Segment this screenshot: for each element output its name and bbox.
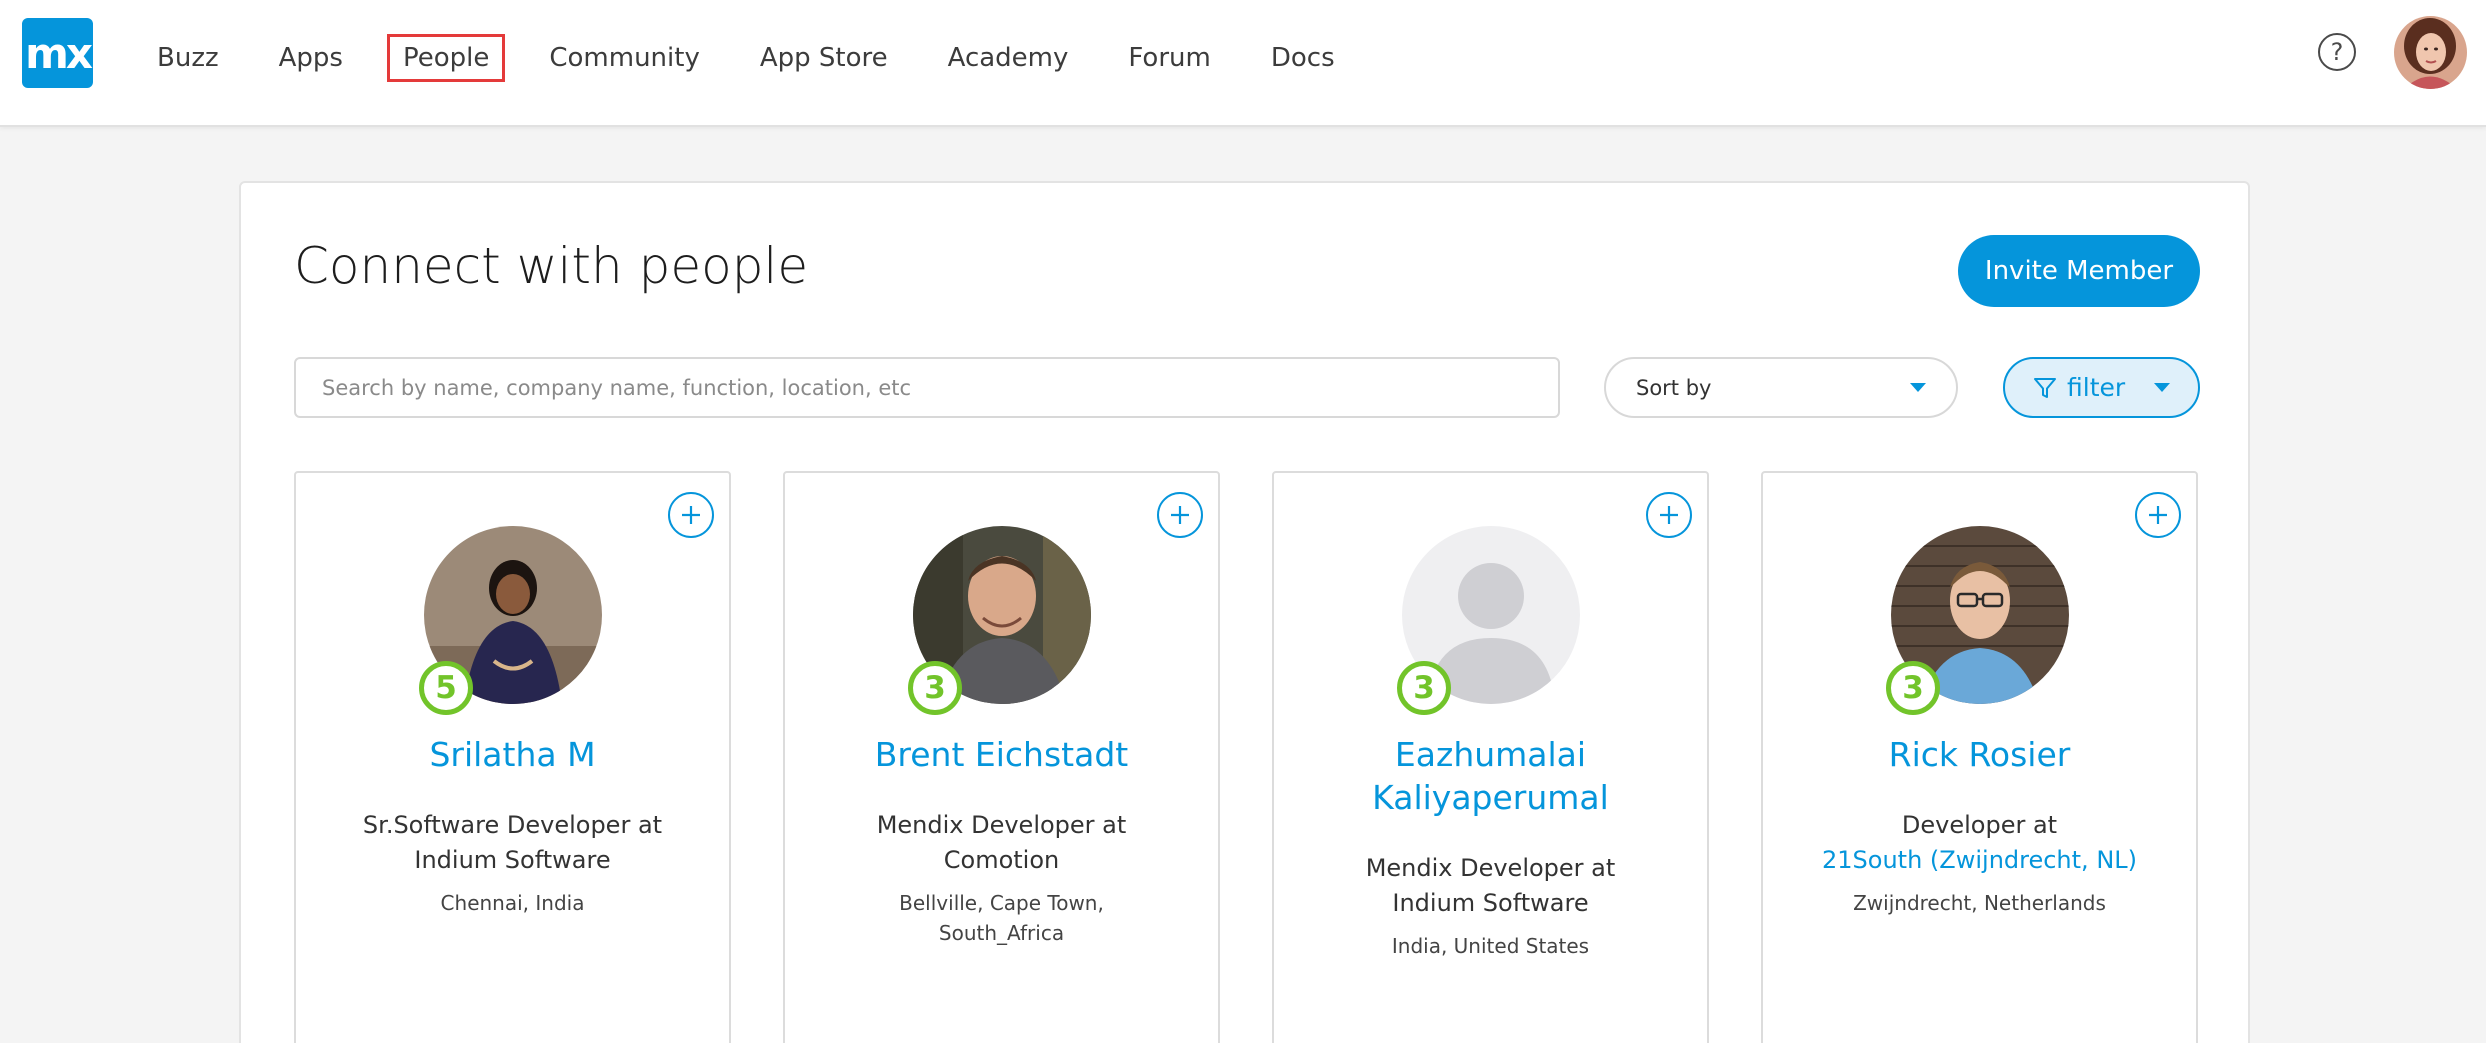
person-role: Developer at 21South (Zwijndrecht, NL) [1773,808,2186,878]
role-title: Mendix Developer at [1365,854,1616,882]
level-badge: 3 [908,661,962,715]
people-panel: Connect with people Invite Member Sort b… [239,181,2250,1043]
person-role: Mendix Developer at Comotion [795,808,1208,878]
role-title: Sr.Software Developer at [362,811,663,839]
plus-icon [1171,506,1189,524]
main-nav: Buzz Apps People Community App Store Aca… [144,30,1382,86]
person-location: Chennai, India [306,888,719,918]
person-avatar-wrap: 3 [1397,526,1580,715]
plus-icon [1660,506,1678,524]
location-line: South_Africa [938,921,1065,945]
top-navigation-bar: mx Buzz Apps People Community App Store … [0,0,2486,127]
nav-people[interactable]: People [386,34,506,82]
caret-down-icon [2154,383,2170,392]
nav-academy[interactable]: Academy [935,37,1082,79]
filter-button[interactable]: filter [2003,357,2200,418]
level-badge: 3 [1886,661,1940,715]
nav-apps[interactable]: Apps [266,37,356,79]
person-card: 3 Brent Eichstadt Mendix Developer at Co… [783,471,1220,1043]
company-name: Indium Software [414,846,611,874]
connect-add-button[interactable] [2135,492,2181,538]
person-name[interactable]: Rick Rosier [1773,733,2186,776]
search-box[interactable] [294,357,1560,418]
level-badge: 5 [419,661,473,715]
person-location: India, United States [1284,931,1697,961]
person-avatar-wrap: 3 [1886,526,2069,715]
nav-buzz[interactable]: Buzz [144,37,232,79]
nav-forum[interactable]: Forum [1115,37,1223,79]
location-line: Bellville, Cape Town, [899,891,1104,915]
role-title: Mendix Developer at [876,811,1127,839]
location-line: India, United States [1391,934,1590,958]
nav-docs[interactable]: Docs [1258,37,1348,79]
nav-community[interactable]: Community [536,37,712,79]
person-name[interactable]: Eazhumalai Kaliyaperumal [1354,733,1627,819]
caret-down-icon [1910,383,1926,392]
sort-dropdown[interactable]: Sort by [1604,357,1958,418]
person-location: Bellville, Cape Town, South_Africa [795,888,1208,948]
level-badge: 3 [1397,661,1451,715]
company-link[interactable]: 21South (Zwijndrecht, NL) [1773,843,2186,878]
nav-app-store[interactable]: App Store [747,37,901,79]
page-title: Connect with people [294,237,809,295]
filter-label: filter [2067,373,2126,402]
person-avatar-wrap: 3 [908,526,1091,715]
connect-add-button[interactable] [668,492,714,538]
funnel-icon [2034,377,2056,398]
filter-button-content: filter [2033,373,2125,402]
user-avatar[interactable] [2394,16,2467,89]
company-name: Comotion [943,846,1060,874]
search-input[interactable] [322,375,1532,400]
person-card: 3 Eazhumalai Kaliyaperumal Mendix Develo… [1272,471,1709,1043]
location-line: Chennai, India [440,891,585,915]
connect-add-button[interactable] [1157,492,1203,538]
plus-icon [2149,506,2167,524]
person-location: Zwijndrecht, Netherlands [1773,888,2186,918]
location-line: Zwijndrecht, Netherlands [1853,891,2106,915]
plus-icon [682,506,700,524]
person-card: 3 Rick Rosier Developer at 21South (Zwij… [1761,471,2198,1043]
person-name[interactable]: Brent Eichstadt [795,733,1208,776]
connect-add-button[interactable] [1646,492,1692,538]
person-role: Mendix Developer at Indium Software [1284,851,1697,921]
invite-member-button[interactable]: Invite Member [1958,235,2200,307]
question-circle-icon[interactable]: ? [2318,33,2356,71]
mendix-logo[interactable]: mx [22,18,93,88]
sort-label: Sort by [1636,375,1712,400]
person-name[interactable]: Srilatha M [306,733,719,776]
role-title: Developer at [1901,811,2058,839]
company-name: Indium Software [1392,889,1589,917]
person-avatar-wrap: 5 [419,526,602,715]
person-role: Sr.Software Developer at Indium Software [306,808,719,878]
person-card: 5 Srilatha M Sr.Software Developer at In… [294,471,731,1043]
user-avatar-photo [2394,16,2467,89]
